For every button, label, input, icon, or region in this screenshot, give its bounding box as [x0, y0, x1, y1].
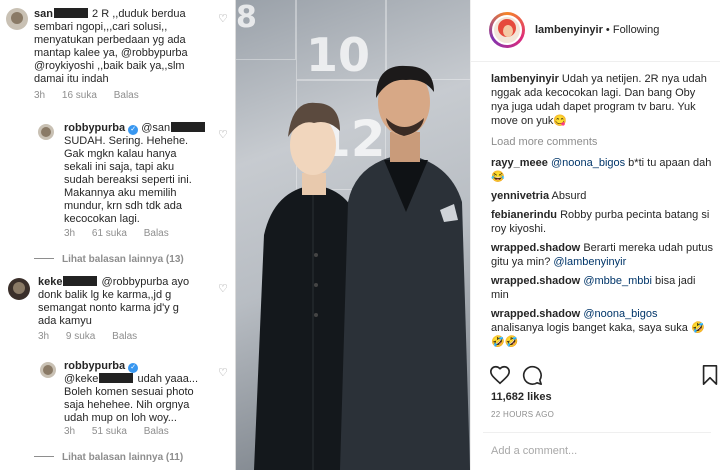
- comment-line: kecocokan lagi.: [64, 213, 140, 225]
- comment-mention[interactable]: @lambenyinyir: [550, 256, 626, 268]
- avatar[interactable]: [38, 124, 54, 140]
- screenshot-comments-panel: san 2 R ,,duduk berdua sembari ngopi,,,c…: [0, 0, 236, 470]
- comment-item: febianerindu Robby purba pecinta batang …: [491, 208, 713, 236]
- bookmark-icon[interactable]: [699, 364, 720, 386]
- add-comment-input[interactable]: [491, 443, 691, 459]
- reply-button[interactable]: Balas: [112, 331, 137, 342]
- comment-likes[interactable]: 16 suka: [62, 90, 97, 101]
- comment-time: 3h: [64, 228, 76, 239]
- comment-username[interactable]: wrapped.shadow: [491, 242, 580, 254]
- comment-text: udah yaaa...: [137, 373, 199, 385]
- comment-item: wrapped.shadow @noona_bigos analisanya l…: [491, 307, 713, 349]
- comment-line: Gak mgkn kalau hanya: [64, 148, 177, 160]
- comment-mention[interactable]: @noona_bigos: [551, 157, 625, 169]
- like-heart-icon[interactable]: [489, 364, 511, 386]
- person-right-figure: [340, 65, 470, 470]
- comment-line: saja hehehee. Nih orgnya: [64, 399, 190, 411]
- comment-mention[interactable]: @mbbe_mbbi: [583, 275, 652, 287]
- comment-meta: 3h 61 suka Balas: [64, 228, 183, 239]
- comment-username[interactable]: robbypurba: [64, 360, 125, 372]
- heart-icon[interactable]: ♡: [218, 368, 229, 379]
- comment-username[interactable]: febianerindu: [491, 209, 557, 221]
- comment-line: SUDAH. Sering. Hehehe.: [64, 135, 189, 147]
- add-comment-area: [483, 432, 711, 468]
- post-photo[interactable]: 8 10 12: [236, 0, 470, 470]
- comment-username[interactable]: san: [34, 8, 53, 20]
- comment-bubble-icon[interactable]: [521, 364, 543, 386]
- verified-badge-icon: ✓: [128, 125, 139, 135]
- comment-username[interactable]: robbypurba: [64, 122, 125, 134]
- comment-meta: 3h 51 suka Balas: [64, 426, 183, 437]
- comment-item: rayy_meee @noona_bigos b*ti tu apaan dah…: [491, 156, 713, 184]
- comment-line: menyatukan perbedaan yg ada: [34, 34, 186, 46]
- comment-username[interactable]: rayy_meee: [491, 157, 548, 169]
- comment-meta: 3h 16 suka Balas: [34, 90, 153, 101]
- comment-likes[interactable]: 9 suka: [66, 331, 95, 342]
- caption-username[interactable]: lambenyinyir: [491, 73, 559, 85]
- reply-button[interactable]: Balas: [114, 90, 139, 101]
- avatar[interactable]: [40, 362, 56, 378]
- comment-mention[interactable]: @noona_bigos: [583, 308, 657, 320]
- comment-line: sembari ngopi,,,cari solusi,,: [34, 21, 168, 33]
- verified-badge-icon: ✓: [128, 363, 139, 373]
- comment-text: analisanya logis banget kaka, saya suka …: [491, 322, 705, 348]
- header-user: lambenyinyir • Following: [535, 24, 659, 36]
- view-more-replies-button[interactable]: Lihat balasan lainnya (13): [34, 254, 184, 265]
- post-timestamp: 22 HOURS AGO: [491, 410, 555, 419]
- comment-item: wrapped.shadow Berarti mereka udah putus…: [491, 241, 713, 269]
- post-header: lambenyinyir • Following: [471, 0, 720, 62]
- header-username[interactable]: lambenyinyir: [535, 24, 603, 36]
- comment-likes[interactable]: 61 suka: [92, 228, 127, 239]
- comment-text: Absurd: [551, 190, 587, 202]
- profile-avatar[interactable]: [489, 12, 525, 48]
- comment-item: wrapped.shadow @mbbe_mbbi bisa jadi min: [491, 274, 713, 302]
- comment-line: Boleh komen sesuai photo: [64, 386, 194, 398]
- comment-text: 2 R ,,duduk berdua: [92, 8, 186, 20]
- heart-icon[interactable]: ♡: [218, 284, 229, 295]
- heart-icon[interactable]: ♡: [218, 130, 229, 141]
- comment-username[interactable]: wrapped.shadow: [491, 308, 580, 320]
- comment-username[interactable]: yennivetria: [491, 190, 549, 202]
- avatar[interactable]: [6, 8, 28, 30]
- comment-line: ada kamyu: [38, 315, 92, 327]
- reply-button[interactable]: Balas: [144, 426, 169, 437]
- comment-line: Makannya aku memilih: [64, 187, 177, 199]
- redacted-name-block: [63, 276, 98, 286]
- view-more-replies-button[interactable]: Lihat balasan lainnya (11): [34, 452, 183, 463]
- comment-time: 3h: [34, 90, 46, 101]
- comment-item: yennivetria Absurd: [491, 189, 713, 203]
- instagram-post-panel: lambenyinyir • Following lambenyinyir Ud…: [470, 0, 720, 470]
- follow-status[interactable]: Following: [613, 24, 659, 36]
- comment-line: sekali ini saja, tapi aku: [64, 161, 175, 173]
- backdrop-number: 8: [236, 0, 257, 35]
- likes-count[interactable]: 11,682 likes: [491, 391, 552, 403]
- post-actions: [489, 364, 718, 388]
- redacted-name-block: [99, 373, 134, 383]
- comment-likes[interactable]: 51 suka: [92, 426, 127, 437]
- comment-username[interactable]: wrapped.shadow: [491, 275, 580, 287]
- comment-time: 3h: [38, 331, 50, 342]
- comment-line: @roykiyoshi ,,baik baik ya,,slm: [34, 60, 185, 72]
- comment-meta: 3h 9 suka Balas: [38, 331, 151, 342]
- comment-line: udah mup on loh woy...: [64, 412, 177, 424]
- comment-line: sudah bereaksi seperti ini.: [64, 174, 192, 186]
- comment-line: damai itu indah: [34, 73, 109, 85]
- load-more-comments-button[interactable]: Load more comments: [491, 136, 597, 148]
- avatar[interactable]: [8, 278, 30, 300]
- post-caption: lambenyinyir Udah ya netijen. 2R nya uda…: [491, 72, 713, 128]
- comment-mention[interactable]: @keke: [64, 373, 98, 385]
- reply-button[interactable]: Balas: [144, 228, 169, 239]
- dot-separator: •: [605, 24, 613, 36]
- comment-time: 3h: [64, 426, 76, 437]
- comment-username[interactable]: keke: [38, 276, 62, 288]
- comment-text: @robbypurba ayo: [101, 276, 190, 288]
- comment-line: donk balik lg ke karma,,jd g: [38, 289, 172, 301]
- comment-mention[interactable]: @san: [141, 122, 170, 134]
- comment-line: mundur, krn sdh tdk ada: [64, 200, 183, 212]
- comment-line: mantap kalee ya, @robbypurba: [34, 47, 188, 59]
- comment-line: semangat nonto karma jd'y g: [38, 302, 179, 314]
- heart-icon[interactable]: ♡: [218, 14, 229, 25]
- redacted-name-block: [171, 122, 206, 132]
- redacted-name-block: [53, 8, 88, 18]
